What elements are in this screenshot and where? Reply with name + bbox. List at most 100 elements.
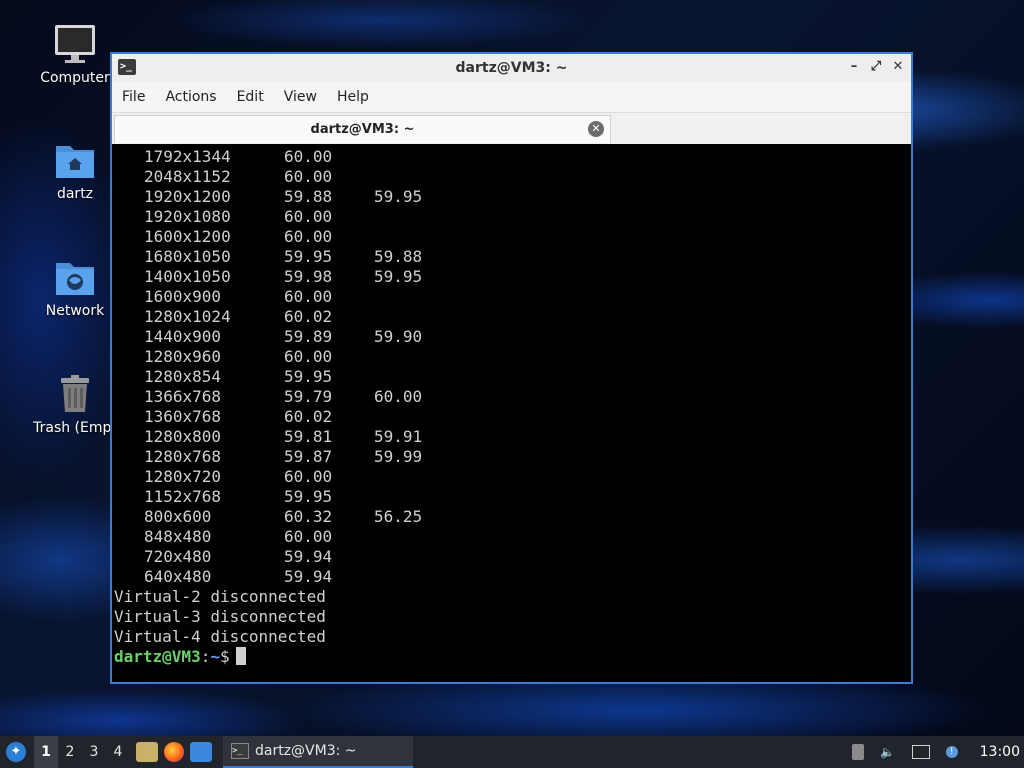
- window-title: dartz@VM3: ~: [455, 60, 568, 76]
- network-icon[interactable]: [911, 745, 930, 759]
- terminal-mode-row: 1360x768 60.02: [114, 407, 911, 427]
- terminal-mode-row: 1600x900 60.00: [114, 287, 911, 307]
- computer-icon: [55, 25, 95, 63]
- terminal-mode-row: 1920x1200 59.88 59.95: [114, 187, 911, 207]
- mode-resolution: 1920x1080: [144, 207, 231, 226]
- terminal-mode-row: 1792x1344 60.00: [114, 147, 911, 167]
- mode-resolution: 1280x960: [144, 347, 222, 366]
- mode-resolution: 2048x1152: [144, 167, 231, 186]
- mode-rate-alt: 60.00: [374, 387, 423, 406]
- terminal-mode-row: 1680x1050 59.95 59.88: [114, 247, 911, 267]
- prompt-symbol: $: [219, 647, 230, 666]
- mode-resolution: 1440x900: [144, 327, 222, 346]
- terminal-mode-row: 720x480 59.94: [114, 547, 911, 567]
- minimize-button[interactable]: –: [847, 58, 861, 76]
- menu-help[interactable]: Help: [327, 89, 379, 105]
- firefox-icon[interactable]: [164, 742, 184, 762]
- window-titlebar[interactable]: >_ dartz@VM3: ~ – ⤢ ✕: [112, 54, 911, 82]
- mode-rate: 59.98: [284, 267, 333, 286]
- mode-resolution: 1280x1024: [144, 307, 231, 326]
- desktop-icon-label: Network: [45, 303, 105, 319]
- mode-rate: 60.00: [284, 527, 333, 546]
- terminal-mode-row: 1280x720 60.00: [114, 467, 911, 487]
- mode-rate-alt: 59.91: [374, 427, 423, 446]
- mode-resolution: 800x600: [144, 507, 212, 526]
- mode-rate: 60.00: [284, 207, 333, 226]
- home-folder-icon: [56, 146, 94, 178]
- terminal-line: Virtual-2 disconnected: [114, 587, 326, 606]
- menu-edit[interactable]: Edit: [227, 89, 274, 105]
- mode-resolution: 1600x900: [144, 287, 222, 306]
- terminal-cursor: [235, 647, 246, 665]
- maximize-button[interactable]: ⤢: [869, 58, 883, 76]
- mode-rate: 60.00: [284, 347, 333, 366]
- desktop-icon-label: Trash (Empt: [33, 420, 117, 436]
- mode-resolution: 1280x800: [144, 427, 222, 446]
- mode-rate-alt: 59.90: [374, 327, 423, 346]
- mode-resolution: 1280x768: [144, 447, 222, 466]
- task-label: dartz@VM3: ~: [255, 743, 357, 759]
- mode-resolution: 1680x1050: [144, 247, 231, 266]
- menu-view[interactable]: View: [274, 89, 327, 105]
- prompt-user-host: dartz@VM3: [114, 647, 201, 666]
- mode-rate: 59.79: [284, 387, 333, 406]
- mode-rate: 60.00: [284, 167, 333, 186]
- workspace-3[interactable]: 3: [82, 736, 106, 768]
- taskbar-task-terminal[interactable]: >_ dartz@VM3: ~: [223, 736, 413, 768]
- mode-rate: 59.94: [284, 567, 333, 586]
- menu-actions[interactable]: Actions: [155, 89, 226, 105]
- workspace-1[interactable]: 1: [34, 736, 58, 768]
- workspace-2[interactable]: 2: [58, 736, 82, 768]
- menu-file[interactable]: File: [112, 89, 155, 105]
- terminal-mode-row: 640x480 59.94: [114, 567, 911, 587]
- close-button[interactable]: ✕: [891, 58, 905, 76]
- clock[interactable]: 13:00: [980, 744, 1020, 760]
- system-tray: 🔈 ! 13:00: [851, 744, 1024, 760]
- mode-rate: 59.87: [284, 447, 333, 466]
- terminal-mode-row: 1400x1050 59.98 59.95: [114, 267, 911, 287]
- terminal-mode-row: 1440x900 59.89 59.90: [114, 327, 911, 347]
- mode-rate: 60.02: [284, 407, 333, 426]
- mode-rate-alt: 59.99: [374, 447, 423, 466]
- terminal-mode-row: 1152x768 59.95: [114, 487, 911, 507]
- tab-terminal[interactable]: dartz@VM3: ~ ✕: [114, 115, 611, 143]
- terminal-mode-row: 1920x1080 60.00: [114, 207, 911, 227]
- mode-resolution: 720x480: [144, 547, 212, 566]
- taskbar: ✦ 1 2 3 4 >_ dartz@VM3: ~ 🔈 ! 13:00: [0, 736, 1024, 768]
- mode-rate: 59.95: [284, 247, 333, 266]
- prompt-path: ~: [210, 647, 220, 666]
- tab-bar: dartz@VM3: ~ ✕: [112, 113, 911, 145]
- mode-rate: 60.32: [284, 507, 333, 526]
- mode-rate: 60.00: [284, 287, 333, 306]
- tab-label: dartz@VM3: ~: [310, 122, 415, 137]
- volume-icon[interactable]: 🔈: [880, 744, 896, 760]
- terminal-window: >_ dartz@VM3: ~ – ⤢ ✕ File Actions Edit …: [110, 52, 913, 684]
- mode-resolution: 1600x1200: [144, 227, 231, 246]
- mode-rate: 59.88: [284, 187, 333, 206]
- mode-rate: 59.81: [284, 427, 333, 446]
- terminal-mode-row: 800x600 60.32 56.25: [114, 507, 911, 527]
- workspace-4[interactable]: 4: [106, 736, 130, 768]
- show-desktop-icon[interactable]: [190, 742, 212, 762]
- file-manager-icon[interactable]: [136, 742, 158, 762]
- mode-rate-alt: 59.88: [374, 247, 423, 266]
- terminal-output[interactable]: 1792x1344 60.00 2048x1152 60.00 1920x1200 59.…: [112, 144, 911, 682]
- terminal-mode-row: 2048x1152 60.00: [114, 167, 911, 187]
- mode-resolution: 1360x768: [144, 407, 222, 426]
- terminal-app-icon: >_: [118, 59, 136, 75]
- start-menu-icon[interactable]: ✦: [6, 742, 26, 762]
- mode-rate: 59.89: [284, 327, 333, 346]
- mode-rate-alt: 56.25: [374, 507, 423, 526]
- notification-icon[interactable]: [851, 744, 864, 760]
- mode-rate: 59.95: [284, 367, 333, 386]
- mode-resolution: 1792x1344: [144, 147, 231, 166]
- mode-rate: 59.94: [284, 547, 333, 566]
- updates-icon[interactable]: !: [945, 746, 958, 758]
- mode-resolution: 640x480: [144, 567, 212, 586]
- mode-resolution: 848x480: [144, 527, 212, 546]
- tab-close-icon[interactable]: ✕: [588, 121, 604, 137]
- mode-resolution: 1280x854: [144, 367, 222, 386]
- desktop-icon-label: Computer: [40, 70, 110, 86]
- terminal-mode-row: 1280x854 59.95: [114, 367, 911, 387]
- terminal-mode-row: 1280x1024 60.02: [114, 307, 911, 327]
